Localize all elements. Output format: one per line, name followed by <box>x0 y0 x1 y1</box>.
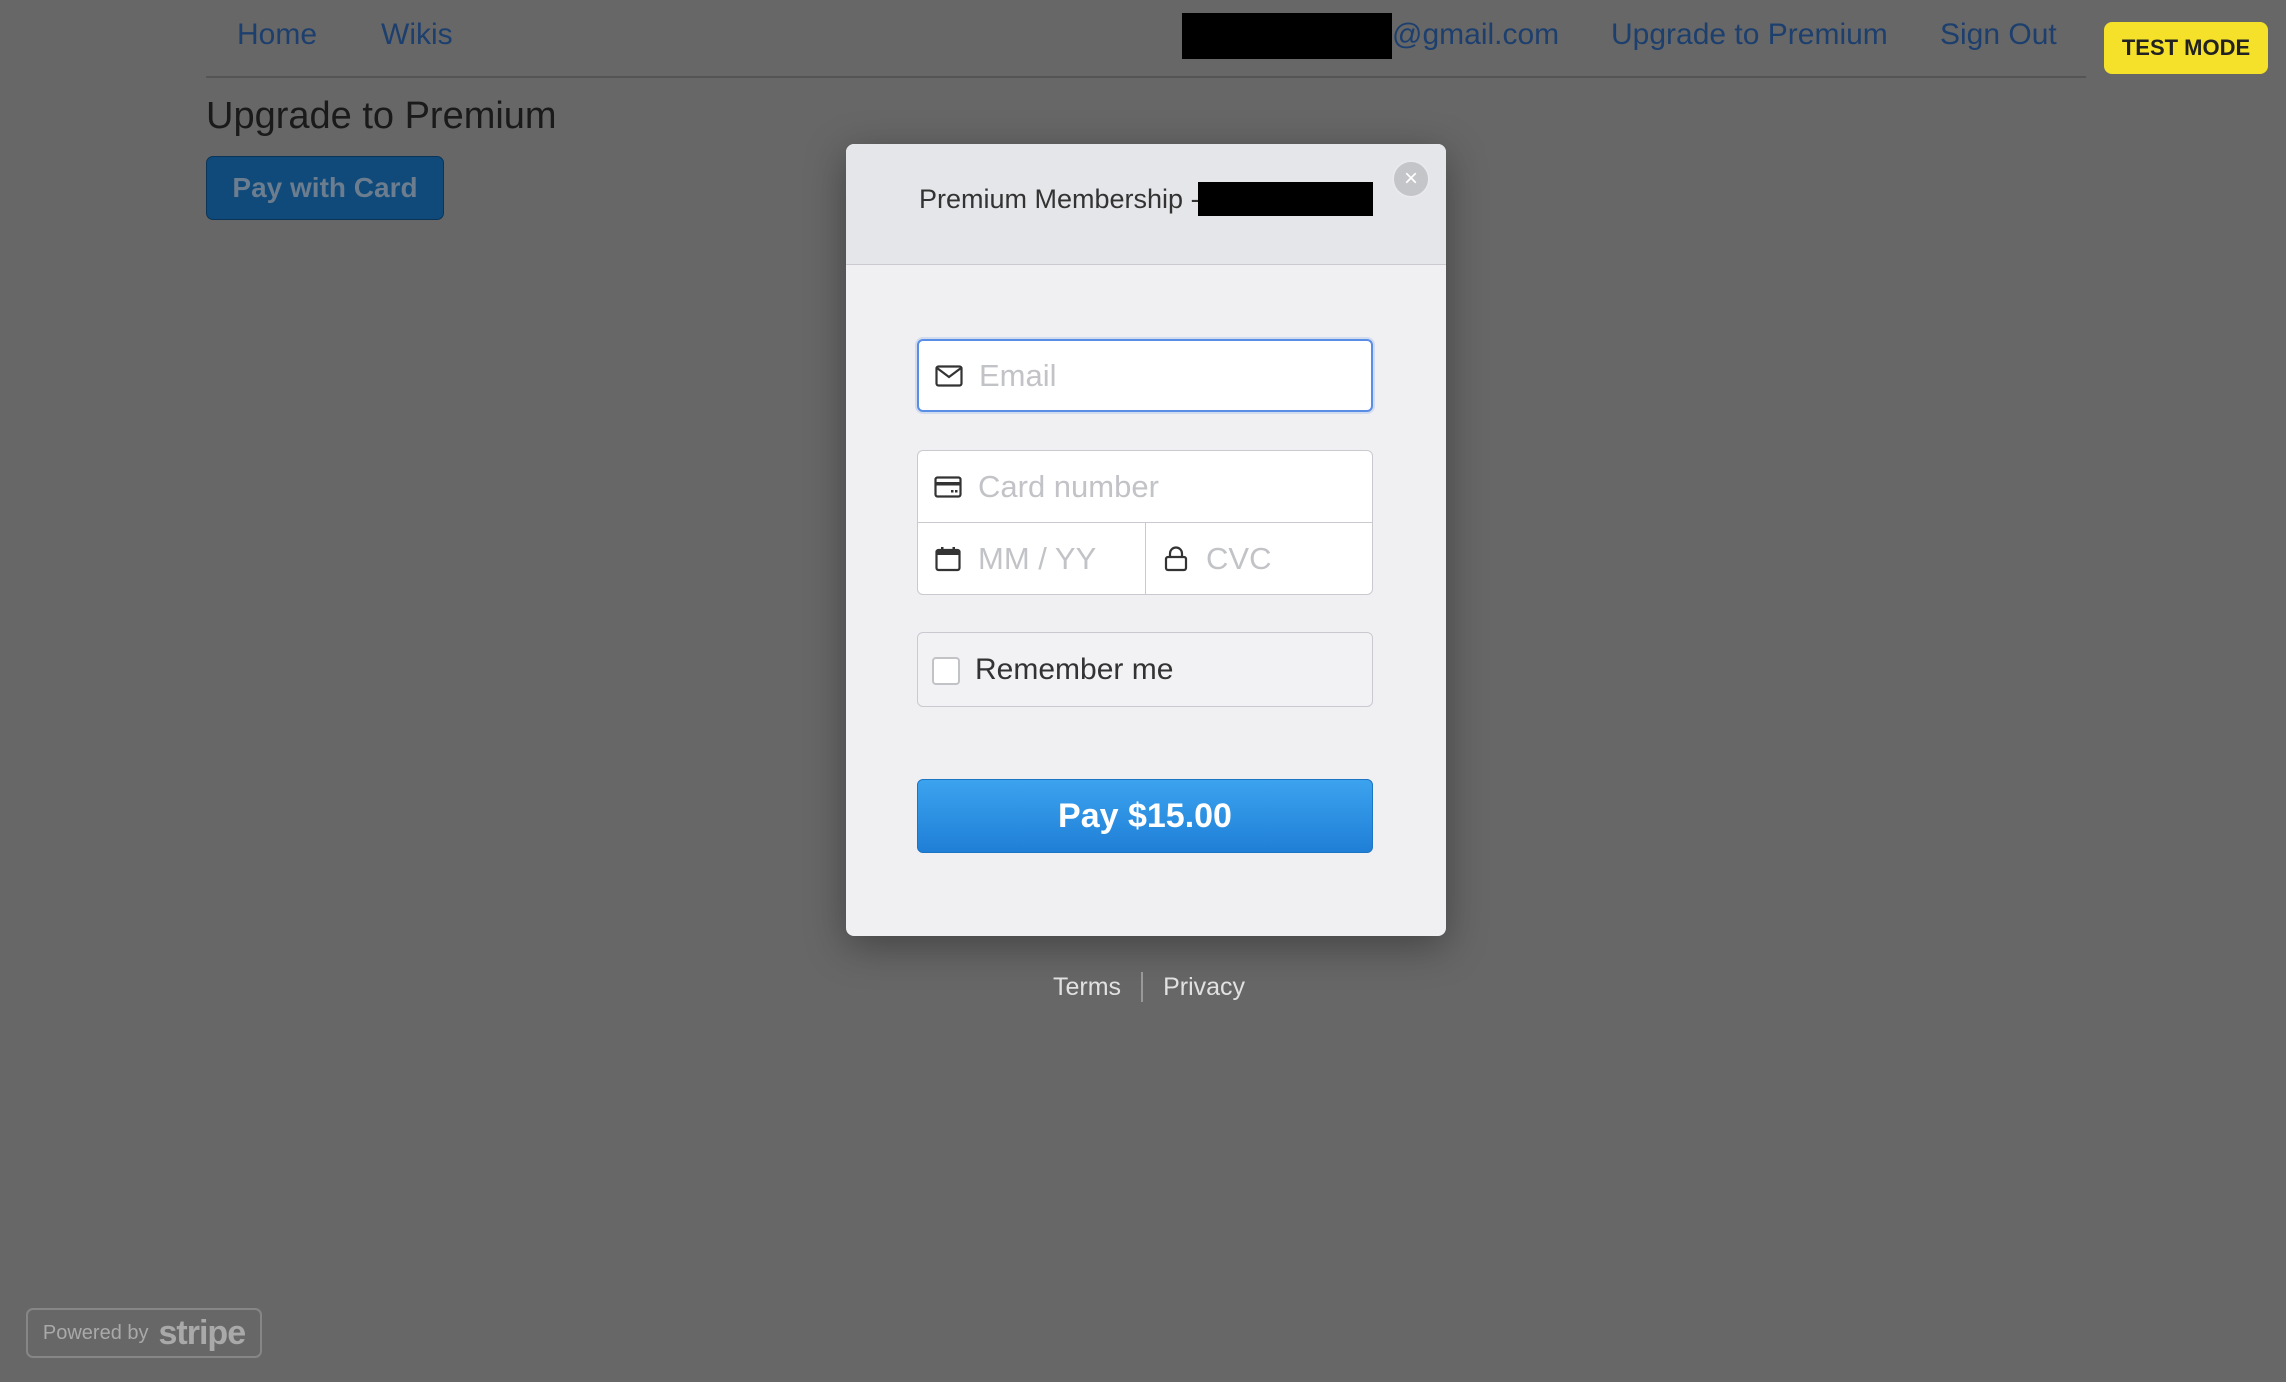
cvc-input[interactable] <box>1204 523 1362 594</box>
expiry-field[interactable] <box>917 522 1146 595</box>
redacted-username <box>1182 13 1392 59</box>
remember-me-checkbox[interactable] <box>932 657 960 685</box>
nav-wikis-link[interactable]: Wikis <box>381 18 453 52</box>
email-field[interactable] <box>917 339 1373 412</box>
remember-me-label: Remember me <box>975 653 1174 686</box>
checkout-modal: Premium Membership - × Remember me Pay $… <box>846 144 1446 936</box>
cvc-field[interactable] <box>1145 522 1373 595</box>
card-number-input[interactable] <box>976 451 1362 522</box>
test-mode-badge: TEST MODE <box>2104 22 2268 74</box>
close-button[interactable]: × <box>1392 160 1430 198</box>
footer-divider <box>1141 972 1144 1002</box>
nav-upgrade-link[interactable]: Upgrade to Premium <box>1611 18 1888 52</box>
mail-icon <box>934 361 964 391</box>
pay-button[interactable]: Pay $15.00 <box>917 779 1373 853</box>
powered-by-label: Powered by <box>42 1321 149 1344</box>
pay-with-card-button[interactable]: Pay with Card <box>206 156 444 220</box>
stripe-logo: stripe <box>158 1313 247 1352</box>
credit-card-icon <box>933 472 963 502</box>
terms-link[interactable]: Terms <box>1053 973 1121 1002</box>
footer-links: Terms Privacy <box>1053 972 1245 1002</box>
remember-me-row[interactable]: Remember me <box>917 632 1373 707</box>
powered-by-stripe-badge[interactable]: Powered by stripe <box>26 1308 262 1358</box>
email-input[interactable] <box>977 341 1361 410</box>
nav-home-link[interactable]: Home <box>237 18 317 52</box>
top-navigation: Home Wikis @gmail.com Upgrade to Premium… <box>206 0 2086 78</box>
expiry-input[interactable] <box>976 523 1135 594</box>
modal-title: Premium Membership - <box>919 184 1200 214</box>
redacted-merchant-name <box>1198 182 1373 216</box>
nav-sign-out-link[interactable]: Sign Out <box>1940 18 2057 52</box>
nav-account-email-link[interactable]: @gmail.com <box>1392 18 1559 52</box>
modal-header: Premium Membership - × <box>846 144 1446 265</box>
privacy-link[interactable]: Privacy <box>1163 973 1245 1002</box>
page-title: Upgrade to Premium <box>206 95 557 137</box>
calendar-icon <box>933 544 963 574</box>
lock-icon <box>1161 544 1191 574</box>
card-number-field[interactable] <box>917 450 1373 523</box>
close-icon: × <box>1403 165 1418 192</box>
